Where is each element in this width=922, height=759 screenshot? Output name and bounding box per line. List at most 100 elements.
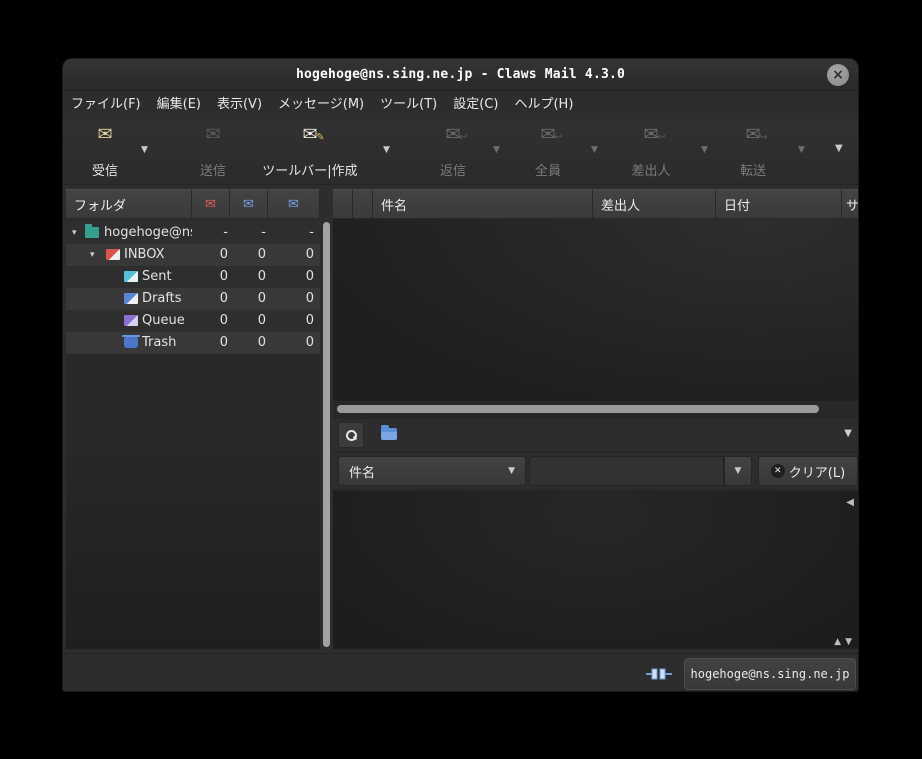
scroll-arrows[interactable]: ▲▼ xyxy=(834,637,856,647)
folder-row-queue[interactable]: Queue 0 0 0 xyxy=(66,310,320,332)
folder-column-header[interactable]: フォルダ xyxy=(66,189,192,219)
close-icon: × xyxy=(832,67,844,83)
unread-count: 0 xyxy=(232,266,266,288)
total-count: 0 xyxy=(280,266,314,288)
search-type-label: 件名 xyxy=(349,462,375,481)
date-column-header[interactable]: 日付 xyxy=(716,189,842,219)
clear-icon: ✕ xyxy=(771,464,785,478)
unread-count: - xyxy=(232,222,266,244)
message-list-hscrollbar[interactable] xyxy=(333,401,859,417)
menu-file[interactable]: ファイル(F) xyxy=(63,91,149,119)
menu-message[interactable]: メッセージ(M) xyxy=(270,91,372,119)
total-count: 0 xyxy=(280,310,314,332)
folder-row-drafts[interactable]: Drafts 0 0 0 xyxy=(66,288,320,310)
toolbar-send-button[interactable]: ✉ 送信 xyxy=(183,125,243,179)
message-view-body[interactable]: ◀ ▲▼ xyxy=(333,491,859,649)
folder-row-sent[interactable]: Sent 0 0 0 xyxy=(66,266,320,288)
compose-dropdown-arrow[interactable]: ▼ xyxy=(383,145,390,155)
reply-icon: ✉↩ xyxy=(445,125,460,147)
titlebar[interactable]: hogehoge@ns.sing.ne.jp - Claws Mail 4.3.… xyxy=(63,59,858,91)
folder-row-account[interactable]: ▾ hogehoge@ns - - - xyxy=(66,222,320,244)
scrollbar-thumb[interactable] xyxy=(337,405,819,413)
account-folder-icon xyxy=(85,227,99,238)
trash-folder-icon xyxy=(124,337,138,348)
toolbar-compose-label: ツールバー|作成 xyxy=(262,160,357,179)
expander-icon[interactable]: ▾ xyxy=(90,244,95,266)
search-history-dropdown[interactable]: ▼ xyxy=(724,456,752,486)
toolbar-reply-all-label: 全員 xyxy=(535,160,561,179)
search-type-dropdown[interactable]: 件名 ▼ xyxy=(338,456,526,486)
forward-icon: ✉↪ xyxy=(745,125,760,147)
total-count: 0 xyxy=(280,288,314,310)
toolbar-send-label: 送信 xyxy=(200,160,226,179)
folder-row-trash[interactable]: Trash 0 0 0 xyxy=(66,332,320,354)
menu-edit[interactable]: 編集(E) xyxy=(149,91,209,119)
folder-name: Drafts xyxy=(142,288,192,310)
message-view-dropdown-arrow[interactable]: ▼ xyxy=(844,428,852,439)
size-column-header[interactable]: サ xyxy=(842,189,859,219)
content-area: フォルダ ✉ ✉ ✉ ▾ hogehoge@ns - - - xyxy=(63,187,859,651)
new-count: 0 xyxy=(194,266,228,288)
folder-pane-scrollbar[interactable] xyxy=(322,222,331,647)
unread-count: 0 xyxy=(232,332,266,354)
forward-dropdown-arrow[interactable]: ▼ xyxy=(798,145,805,155)
reply-dropdown-arrow[interactable]: ▼ xyxy=(493,145,500,155)
unread-count: 0 xyxy=(232,288,266,310)
message-search-button[interactable] xyxy=(338,422,364,448)
toolbar-reply-label: 返信 xyxy=(440,160,466,179)
toolbar-receive-button[interactable]: ✉ 受信 xyxy=(73,125,137,179)
toolbar-overflow-arrow[interactable]: ▼ xyxy=(835,143,843,154)
close-button[interactable]: × xyxy=(827,64,849,86)
unread-mail-icon: ✉ xyxy=(243,198,254,211)
clear-search-label: クリア(L) xyxy=(789,462,845,481)
folder-tree: ▾ hogehoge@ns - - - ▾ INBOX 0 0 0 xyxy=(66,222,320,354)
total-count: 0 xyxy=(280,332,314,354)
reply-all-arrow-icon: ↩ xyxy=(554,128,562,148)
receive-dropdown-arrow[interactable]: ▼ xyxy=(141,145,148,155)
toolbar-forward-label: 転送 xyxy=(740,160,766,179)
open-folder-icon xyxy=(381,428,397,440)
menu-tools[interactable]: ツール(T) xyxy=(372,91,445,119)
new-mail-column-header[interactable]: ✉ xyxy=(192,189,230,219)
toolbar-compose-button[interactable]: ✉✎ ツールバー|作成 xyxy=(251,125,369,179)
chevron-down-icon: ▼ xyxy=(508,466,515,476)
scrollbar-thumb[interactable] xyxy=(323,222,330,647)
folder-row-inbox[interactable]: ▾ INBOX 0 0 0 xyxy=(66,244,320,266)
inbox-icon xyxy=(106,249,120,260)
toolbar-reply-all-button[interactable]: ✉↩ 全員 xyxy=(518,125,578,179)
expander-icon[interactable]: ▾ xyxy=(72,222,77,244)
total-mail-column-header[interactable]: ✉ xyxy=(268,189,320,219)
message-list-body[interactable] xyxy=(333,219,859,401)
unread-mail-column-header[interactable]: ✉ xyxy=(230,189,268,219)
subject-column-header[interactable]: 件名 xyxy=(373,189,593,219)
menubar: ファイル(F) 編集(E) 表示(V) メッセージ(M) ツール(T) 設定(C… xyxy=(63,91,858,119)
toolbar-reply-sender-button[interactable]: ✉↩ 差出人 xyxy=(615,125,687,179)
attachment-column-header[interactable] xyxy=(353,189,373,219)
account-name: hogehoge@ns.sing.ne.jp xyxy=(691,667,850,681)
reply-arrow-icon: ↩ xyxy=(459,128,467,148)
from-column-header[interactable]: 差出人 xyxy=(593,189,716,219)
new-count: - xyxy=(194,222,228,244)
sender-arrow-icon: ↩ xyxy=(657,128,665,148)
toolbar-forward-button[interactable]: ✉↪ 転送 xyxy=(723,125,783,179)
menu-view[interactable]: 表示(V) xyxy=(209,91,270,119)
flag-column-header[interactable] xyxy=(333,189,353,219)
network-status-icon[interactable] xyxy=(646,666,672,685)
menu-help[interactable]: ヘルプ(H) xyxy=(506,91,581,119)
new-count: 0 xyxy=(194,310,228,332)
menu-configuration[interactable]: 設定(C) xyxy=(445,91,506,119)
new-count: 0 xyxy=(194,332,228,354)
total-count: 0 xyxy=(280,244,314,266)
hide-panel-arrow-icon[interactable]: ◀ xyxy=(846,497,854,508)
reply-all-dropdown-arrow[interactable]: ▼ xyxy=(591,145,598,155)
clear-search-button[interactable]: ✕ クリア(L) xyxy=(758,456,858,486)
total-mail-icon: ✉ xyxy=(288,198,299,211)
account-selector[interactable]: hogehoge@ns.sing.ne.jp xyxy=(684,658,856,690)
claws-mail-window: hogehoge@ns.sing.ne.jp - Claws Mail 4.3.… xyxy=(62,58,859,692)
toolbar-receive-label: 受信 xyxy=(92,160,118,179)
message-list-header: 件名 差出人 日付 サ xyxy=(333,189,859,219)
search-input[interactable] xyxy=(529,456,724,486)
mail-receive-icon: ✉ xyxy=(97,125,112,147)
reply-sender-dropdown-arrow[interactable]: ▼ xyxy=(701,145,708,155)
toolbar-reply-button[interactable]: ✉↩ 返信 xyxy=(423,125,483,179)
